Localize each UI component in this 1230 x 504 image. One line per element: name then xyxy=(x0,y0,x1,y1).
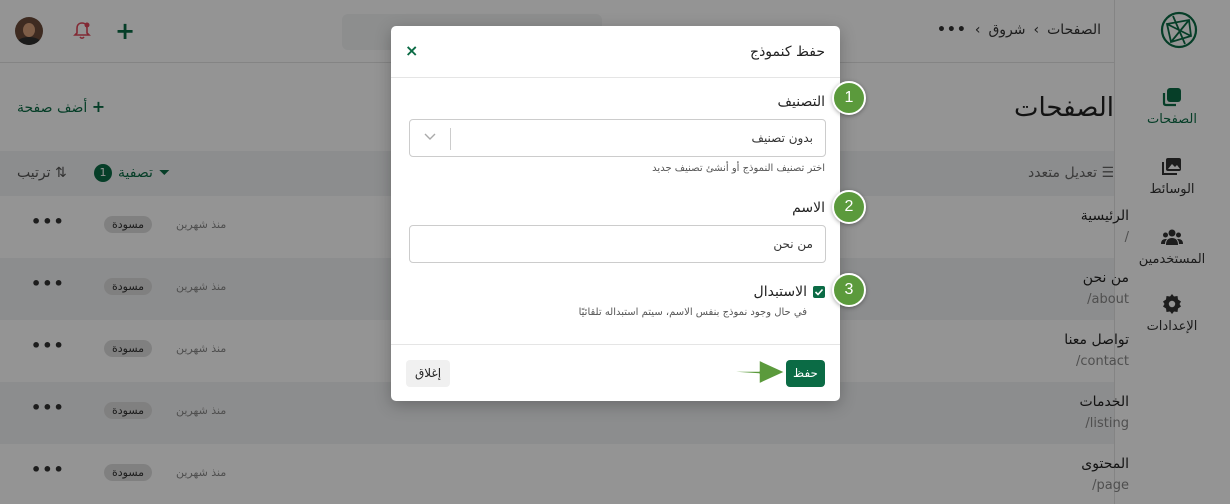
step-marker-1: 1 xyxy=(832,81,866,115)
select-divider xyxy=(450,128,451,150)
replace-checkbox[interactable] xyxy=(813,286,825,298)
category-label: التصنيف xyxy=(777,94,825,110)
close-button[interactable]: إغلاق xyxy=(406,360,450,387)
modal-title: حفظ كنموذج xyxy=(750,44,825,60)
category-select-value: بدون تصنيف xyxy=(751,131,813,145)
step-marker-2: 2 xyxy=(832,190,866,224)
chevron-down-icon xyxy=(424,133,436,140)
replace-help: في حال وجود نموذج بنفس الاسم، سيتم استبد… xyxy=(578,307,807,318)
name-label: الاسم xyxy=(792,200,825,216)
save-button[interactable]: حفظ xyxy=(786,360,825,387)
checkmark-icon xyxy=(814,288,824,296)
save-as-template-dialog: حفظ كنموذج × التصنيف بدون تصنيف اختر تصن… xyxy=(391,26,840,401)
category-select[interactable]: بدون تصنيف xyxy=(409,119,826,157)
close-icon[interactable]: × xyxy=(405,41,418,60)
modal-header: حفظ كنموذج × xyxy=(391,26,840,78)
step-marker-3: 3 xyxy=(832,273,866,307)
category-help: اختر تصنيف النموذج أو أنشئ تصنيف جديد xyxy=(652,163,825,174)
arrow-pointer-icon xyxy=(712,359,786,385)
name-input[interactable] xyxy=(409,225,826,263)
replace-label: الاستبدال xyxy=(753,284,807,300)
